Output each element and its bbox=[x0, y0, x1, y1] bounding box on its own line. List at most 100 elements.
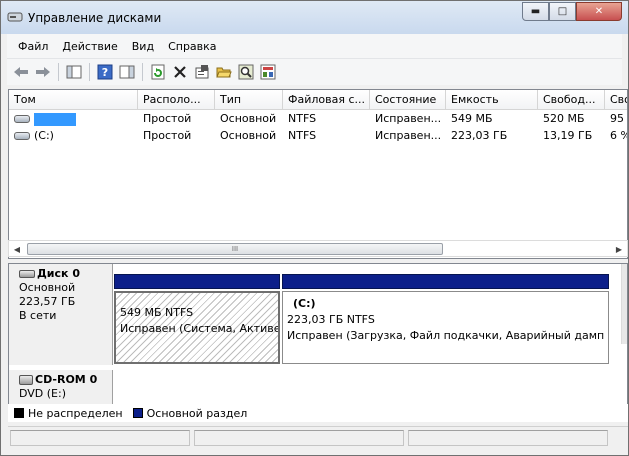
disk-0-label[interactable]: Диск 0 Основной 223,57 ГБ В сети bbox=[9, 264, 113, 365]
window-title: Управление дисками bbox=[28, 11, 162, 25]
filesystem-cell: NTFS bbox=[288, 129, 317, 142]
free-percent-cell: 6 % bbox=[610, 129, 627, 142]
open-button[interactable] bbox=[213, 61, 235, 83]
delete-button[interactable] bbox=[169, 61, 191, 83]
toolbar-separator bbox=[142, 63, 143, 81]
scroll-right-icon[interactable]: ▶ bbox=[612, 241, 626, 257]
volume-name-cell bbox=[9, 110, 138, 127]
hard-disk-icon bbox=[19, 270, 35, 278]
layout-cell: Простой bbox=[143, 112, 192, 125]
table-row[interactable]: Простой Основной NTFS Исправен... 549 МБ… bbox=[9, 110, 627, 127]
disk-graphical-view[interactable]: Диск 0 Основной 223,57 ГБ В сети 549 МБ … bbox=[8, 263, 628, 422]
partition-color-bar bbox=[114, 274, 280, 289]
partition-status: Исправен (Загрузка, Файл подкачки, Авари… bbox=[287, 329, 609, 342]
close-button[interactable]: ✕ bbox=[576, 2, 622, 21]
disk-state: В сети bbox=[19, 309, 57, 322]
refresh-button[interactable] bbox=[147, 61, 169, 83]
scrollbar-thumb[interactable]: III bbox=[27, 243, 443, 255]
cdrom-icon bbox=[19, 375, 33, 385]
title-bar[interactable]: Управление дисками ▬ □ ✕ bbox=[1, 1, 628, 34]
legend: Не распределен Основной раздел bbox=[8, 404, 628, 422]
svg-text:?: ? bbox=[102, 66, 108, 79]
volume-icon bbox=[14, 132, 30, 140]
layout-cell: Простой bbox=[143, 129, 192, 142]
close-icon: ✕ bbox=[594, 6, 604, 17]
back-arrow-icon bbox=[14, 67, 28, 77]
menu-help[interactable]: Справка bbox=[161, 40, 223, 53]
legend-swatch-primary bbox=[132, 408, 143, 418]
column-header-free-space[interactable]: Свобод... bbox=[538, 90, 605, 110]
column-header-filesystem[interactable]: Файловая с... bbox=[283, 90, 370, 110]
menu-bar: Файл Действие Вид Справка bbox=[7, 34, 622, 58]
disk-name: Диск 0 bbox=[37, 267, 80, 280]
delete-icon bbox=[174, 66, 186, 78]
type-cell: Основной bbox=[220, 112, 277, 125]
forward-button[interactable] bbox=[32, 61, 54, 83]
partition-system-reserved[interactable]: 549 МБ NTFS Исправен (Система, Активе bbox=[114, 274, 280, 364]
partition-body-selected: 549 МБ NTFS Исправен (Система, Активе bbox=[114, 291, 280, 364]
column-header-free-percent[interactable]: Сво bbox=[605, 90, 627, 110]
disk-type: Основной bbox=[19, 281, 76, 294]
show-pane-icon bbox=[66, 65, 82, 79]
toolbar-separator bbox=[58, 63, 59, 81]
menu-file[interactable]: Файл bbox=[11, 40, 55, 53]
volume-list-horizontal-scrollbar[interactable]: ◀ III ▶ bbox=[8, 240, 628, 257]
status-cell bbox=[194, 430, 404, 446]
capacity-cell: 223,03 ГБ bbox=[451, 129, 508, 142]
partition-color-bar bbox=[282, 274, 609, 289]
volume-name: (C:) bbox=[34, 129, 54, 142]
scroll-left-icon[interactable]: ◀ bbox=[10, 241, 24, 257]
column-header-volume[interactable]: Том bbox=[9, 90, 138, 110]
free-space-cell: 13,19 ГБ bbox=[543, 129, 593, 142]
volume-list[interactable]: Том Располо... Тип Файловая с... Состоян… bbox=[8, 89, 628, 259]
partition-size-fs: 223,03 ГБ NTFS bbox=[287, 313, 375, 326]
maximize-icon: □ bbox=[557, 6, 568, 17]
status-cell bbox=[408, 430, 608, 446]
partition-status: Исправен (Система, Активе bbox=[120, 322, 280, 335]
maximize-button[interactable]: □ bbox=[549, 2, 576, 21]
filesystem-cell: NTFS bbox=[288, 112, 317, 125]
column-header-status[interactable]: Состояние bbox=[370, 90, 446, 110]
help-button[interactable]: ? bbox=[94, 61, 116, 83]
legend-label-unallocated: Не распределен bbox=[28, 406, 123, 420]
disk-type: DVD (E:) bbox=[19, 387, 67, 400]
toolbar-separator bbox=[89, 63, 90, 81]
graph-vertical-scrollbar[interactable] bbox=[621, 264, 627, 344]
menu-view[interactable]: Вид bbox=[125, 40, 161, 53]
status-bar bbox=[8, 426, 628, 448]
partition-label bbox=[120, 297, 278, 305]
properties-pane-icon bbox=[119, 65, 135, 79]
partition-size-fs: 549 МБ NTFS bbox=[120, 306, 194, 319]
help-icon: ? bbox=[97, 64, 113, 80]
settings-icon bbox=[260, 64, 276, 80]
back-button[interactable] bbox=[10, 61, 32, 83]
settings-button[interactable] bbox=[257, 61, 279, 83]
disk-management-icon bbox=[7, 12, 23, 22]
properties-button[interactable] bbox=[191, 61, 213, 83]
volume-name-cell: (C:) bbox=[9, 127, 138, 144]
table-row[interactable]: (C:) Простой Основной NTFS Исправен... 2… bbox=[9, 127, 627, 144]
show-pane-button[interactable] bbox=[63, 61, 85, 83]
volume-name-selected bbox=[34, 112, 76, 126]
disk-management-window: Управление дисками ▬ □ ✕ Файл Действие В… bbox=[0, 0, 629, 456]
partition-label: (C:) bbox=[293, 297, 316, 310]
toolbar: ? bbox=[7, 58, 622, 85]
partition-body: (C:) 223,03 ГБ NTFS Исправен (Загрузка, … bbox=[282, 291, 609, 364]
column-header-capacity[interactable]: Емкость bbox=[446, 90, 538, 110]
menu-action[interactable]: Действие bbox=[55, 40, 124, 53]
capacity-cell: 549 МБ bbox=[451, 112, 493, 125]
properties-icon bbox=[195, 65, 209, 79]
column-header-type[interactable]: Тип bbox=[215, 90, 283, 110]
free-space-cell: 520 МБ bbox=[543, 112, 585, 125]
type-cell: Основной bbox=[220, 129, 277, 142]
minimize-icon: ▬ bbox=[530, 6, 541, 17]
partition-c-drive[interactable]: (C:) 223,03 ГБ NTFS Исправен (Загрузка, … bbox=[282, 274, 609, 364]
free-percent-cell: 95 bbox=[610, 112, 624, 125]
search-button[interactable] bbox=[235, 61, 257, 83]
volume-list-header: Том Располо... Тип Файловая с... Состоян… bbox=[9, 90, 627, 110]
open-folder-icon bbox=[216, 67, 232, 78]
forward-arrow-icon bbox=[36, 67, 50, 77]
properties-pane-button[interactable] bbox=[116, 61, 138, 83]
column-header-layout[interactable]: Располо... bbox=[138, 90, 215, 110]
minimize-button[interactable]: ▬ bbox=[522, 2, 549, 21]
